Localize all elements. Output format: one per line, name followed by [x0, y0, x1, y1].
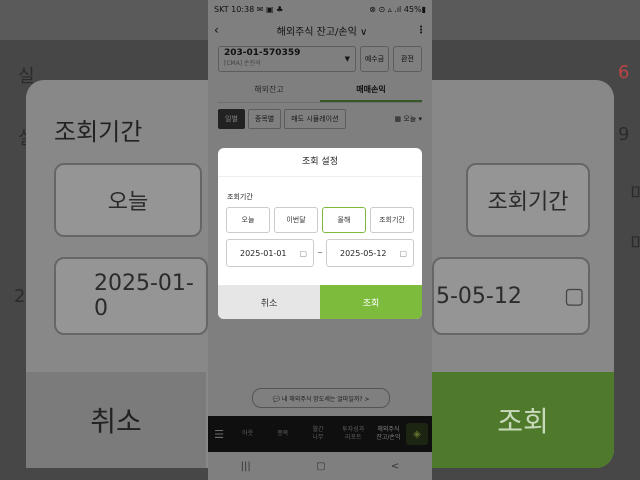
phone-screen: SKT 10:38 ✉ ▣ ♣ ⊗ ⊙ ▵ .ıl 45%▮ ‹ 해외주식 잔고… — [208, 0, 432, 480]
period-custom-button[interactable]: 조회기간 — [370, 207, 414, 233]
query-settings-dialog: 조회 설정 조회기간 오늘 이번달 올해 조회기간 2025-01-01 ▢ ~… — [218, 148, 422, 319]
date-separator: ~ — [317, 249, 323, 257]
bg-side-label: 미 — [630, 184, 640, 205]
period-today-button[interactable]: 오늘 — [226, 207, 270, 233]
date-range: 2025-01-01 ▢ ~ 2025-05-12 ▢ — [218, 233, 422, 267]
bg-side-label: 미 — [630, 234, 640, 255]
search-button[interactable]: 조회 — [320, 285, 422, 319]
dialog-title: 조회 설정 — [218, 148, 422, 177]
background-today-button: 오늘 — [54, 163, 202, 237]
background-range-button: 조회기간 — [466, 163, 590, 237]
cancel-button[interactable]: 취소 — [218, 285, 320, 319]
period-options: 오늘 이번달 올해 조회기간 — [218, 202, 422, 233]
background-end-date-text: 5-05-12 — [436, 283, 522, 309]
end-date-value: 2025-05-12 — [340, 248, 387, 258]
dialog-actions: 취소 조회 — [218, 285, 422, 319]
background-cancel-button: 취소 — [26, 372, 206, 468]
bg-side-label: 6 — [618, 62, 630, 83]
background-confirm-button: 조회 — [432, 372, 614, 468]
period-this-year-button[interactable]: 올해 — [322, 207, 366, 233]
background-calendar-icon: ▢ — [563, 283, 585, 309]
start-date-field[interactable]: 2025-01-01 ▢ — [226, 239, 314, 267]
background-end-date: 5-05-12 ▢ — [432, 257, 590, 335]
background-start-date: 2025-01-0 — [54, 257, 208, 335]
calendar-icon: ▢ — [399, 248, 407, 258]
bg-side-label: 9 — [618, 124, 630, 145]
background-dialog-title: 조회기간 — [54, 118, 143, 146]
end-date-field[interactable]: 2025-05-12 ▢ — [326, 239, 414, 267]
calendar-icon: ▢ — [299, 248, 307, 258]
period-label: 조회기간 — [227, 193, 253, 201]
start-date-value: 2025-01-01 — [240, 248, 287, 258]
period-this-month-button[interactable]: 이번달 — [274, 207, 318, 233]
